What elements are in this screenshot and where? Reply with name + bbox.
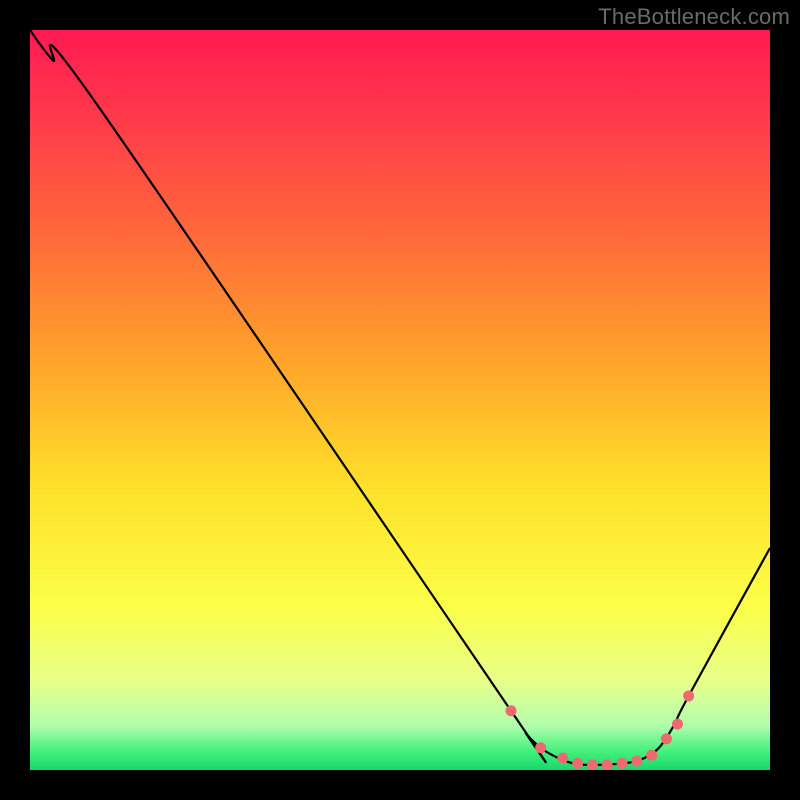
plot-svg — [30, 30, 770, 770]
curve-marker — [557, 753, 568, 764]
gradient-background — [30, 30, 770, 770]
curve-marker — [617, 758, 628, 769]
curve-marker — [672, 719, 683, 730]
curve-marker — [661, 733, 672, 744]
curve-marker — [572, 758, 583, 769]
plot-area — [30, 30, 770, 770]
curve-marker — [683, 691, 694, 702]
curve-marker — [587, 759, 598, 770]
attribution-label: TheBottleneck.com — [598, 4, 790, 30]
chart-frame: TheBottleneck.com — [0, 0, 800, 800]
curve-marker — [631, 756, 642, 767]
curve-marker — [646, 750, 657, 761]
curve-marker — [602, 759, 613, 770]
curve-marker — [535, 742, 546, 753]
curve-marker — [506, 705, 517, 716]
